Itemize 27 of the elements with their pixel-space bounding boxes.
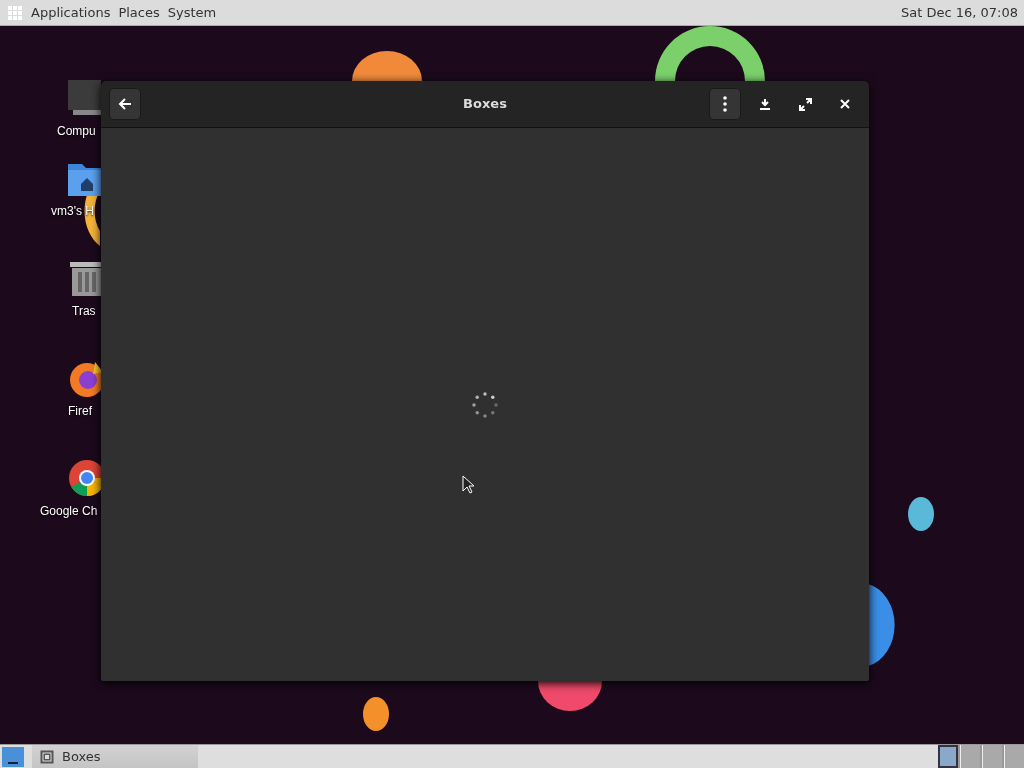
back-button[interactable] <box>109 88 141 120</box>
wallpaper-blob <box>352 51 422 81</box>
wallpaper-blob <box>363 697 389 731</box>
clock[interactable]: Sat Dec 16, 07:08 <box>901 5 1018 20</box>
wallpaper-blob <box>908 497 934 531</box>
taskbar-button[interactable]: Boxes <box>32 745 198 768</box>
show-desktop-icon[interactable] <box>2 747 24 767</box>
menu-button[interactable] <box>709 88 741 120</box>
window-title: Boxes <box>463 96 507 111</box>
desktop-icon-label[interactable]: Compu <box>57 124 96 138</box>
desktop-icon-label[interactable]: Tras <box>72 304 96 318</box>
desktop-icon-label[interactable]: Firef <box>68 404 92 418</box>
menu-icon <box>723 96 727 112</box>
desktop-icon-label[interactable]: vm3's H <box>51 204 94 218</box>
panel-menu[interactable]: Places <box>118 5 160 20</box>
close-icon <box>840 99 850 109</box>
panel-menu[interactable]: System <box>167 5 217 20</box>
download-icon <box>759 98 771 110</box>
desktop-icon-label[interactable]: Google Ch <box>40 504 98 518</box>
workspace-switcher-item[interactable] <box>938 745 958 768</box>
app-icon <box>40 749 54 764</box>
pointer-icon <box>462 475 474 494</box>
wallpaper-blob <box>538 681 602 711</box>
back-arrow-icon <box>118 97 132 111</box>
expand-icon <box>798 97 812 111</box>
panel-menu[interactable]: Applications <box>31 5 111 20</box>
monitor-icon[interactable] <box>67 78 101 118</box>
